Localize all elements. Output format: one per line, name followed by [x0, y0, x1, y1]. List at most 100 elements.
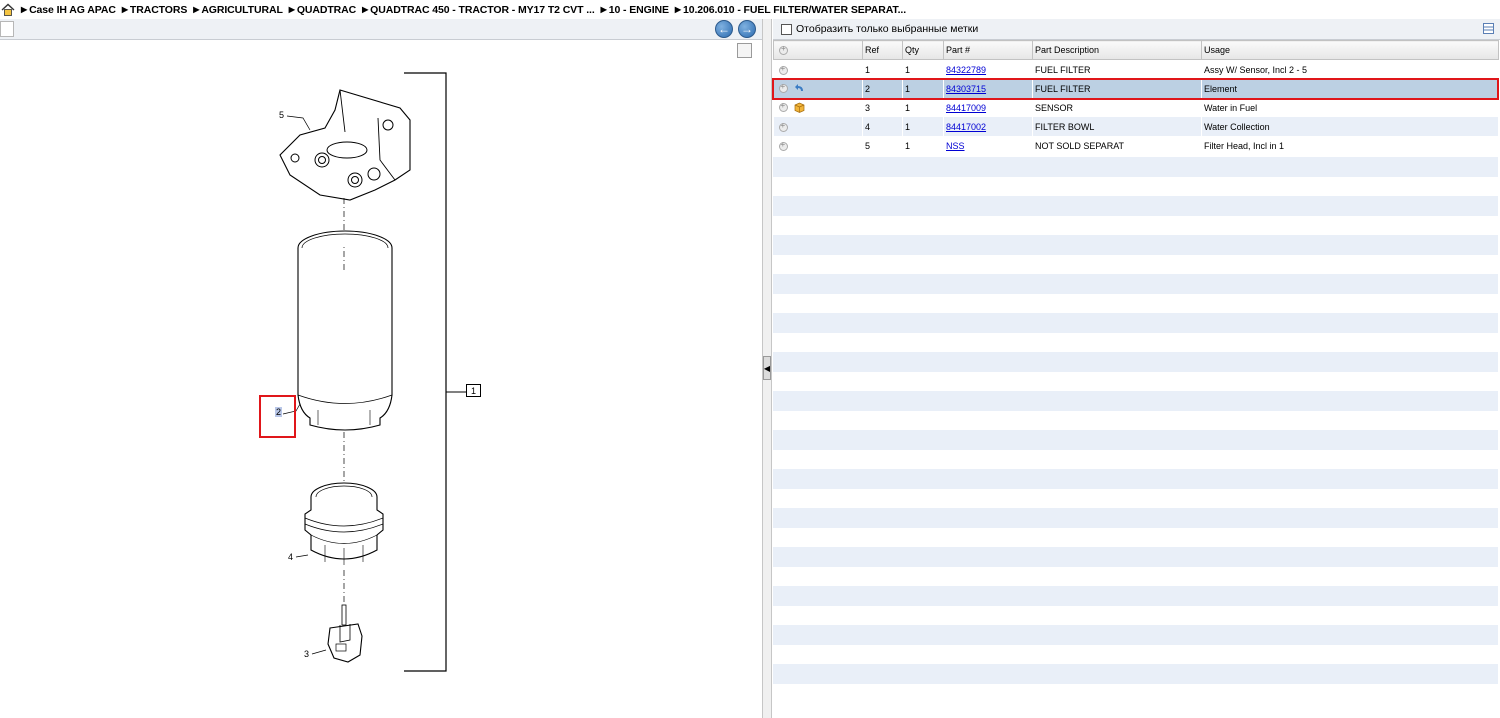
table-header-row: Ref Qty Part # Part Description Usage: [773, 40, 1499, 60]
empty-table-row: [773, 391, 1498, 411]
arrow-right-icon: ▶: [288, 5, 295, 14]
empty-table-row: [773, 410, 1498, 430]
empty-table-row: [773, 215, 1498, 235]
exploded-parts-diagram: 5 4 3: [279, 72, 466, 672]
filter-head-part[interactable]: [279, 89, 411, 201]
empty-table-row: [773, 625, 1498, 645]
arrow-right-icon: ▶: [600, 5, 607, 14]
breadcrumb-label: 10 - ENGINE: [608, 3, 669, 16]
filter-bar: Отобразить только выбранные метки: [773, 19, 1500, 40]
column-header-usage[interactable]: Usage: [1201, 40, 1499, 60]
export-icon[interactable]: [0, 21, 14, 37]
add-to-cart-icon[interactable]: [778, 82, 788, 94]
callout-3[interactable]: 3: [304, 649, 309, 659]
cell-description: FILTER BOWL: [1032, 117, 1202, 136]
part-number-link[interactable]: 84417009: [946, 103, 986, 113]
row-controls: [773, 117, 863, 136]
breadcrumb-item-tractors[interactable]: ▶ TRACTORS: [122, 3, 188, 16]
cell-description: FUEL FILTER: [1032, 79, 1202, 98]
breadcrumb-label: QUADTRAC 450 - TRACTOR - MY17 T2 CVT ...: [370, 3, 595, 16]
table-row-selected[interactable]: 2 1 84303715 FUEL FILTER Element: [773, 79, 1499, 98]
cell-part: 84417009: [943, 98, 1033, 117]
previous-arrow-icon[interactable]: ←: [715, 20, 733, 38]
package-icon[interactable]: [794, 102, 805, 113]
empty-table-row: [773, 430, 1498, 450]
column-header-ref[interactable]: Ref: [862, 40, 903, 60]
filter-bowl-part[interactable]: [304, 482, 384, 565]
table-row[interactable]: 4 1 84417002 FILTER BOWL Water Collectio…: [773, 117, 1499, 136]
parts-table: Ref Qty Part # Part Description Usage 1 …: [773, 40, 1499, 155]
cell-part: 84322789: [943, 59, 1033, 79]
column-header-qty[interactable]: Qty: [902, 40, 944, 60]
cell-description: SENSOR: [1032, 98, 1202, 117]
empty-table-row: [773, 449, 1498, 469]
row-controls: [773, 136, 863, 155]
callout-5[interactable]: 5: [279, 110, 284, 120]
cell-qty: 1: [902, 79, 944, 98]
expand-all-header[interactable]: [773, 40, 863, 60]
cell-part: 84417002: [943, 117, 1033, 136]
cell-usage: Element: [1201, 79, 1499, 98]
breadcrumb-item-agricultural[interactable]: ▶ AGRICULTURAL: [193, 4, 283, 16]
cell-usage: Filter Head, Incl in 1: [1201, 136, 1499, 155]
breadcrumb: ▶ Case IH AG APAC ▶ TRACTORS ▶ AGRICULTURAL…: [0, 0, 1500, 19]
column-header-part[interactable]: Part #: [943, 40, 1033, 60]
return-arrow-icon[interactable]: [794, 83, 805, 94]
column-header-description[interactable]: Part Description: [1032, 40, 1202, 60]
part-number-link[interactable]: 84417002: [946, 122, 986, 132]
table-row[interactable]: 1 1 84322789 FUEL FILTER Assy W/ Sensor,…: [773, 59, 1499, 79]
cell-usage: Water Collection: [1201, 117, 1499, 136]
breadcrumb-label: 10.206.010 - FUEL FILTER/WATER SEPARAT..…: [682, 3, 907, 16]
breadcrumb-item-model[interactable]: ▶ QUADTRAC 450 - TRACTOR - MY17 T2 CVT ..…: [362, 4, 595, 16]
breadcrumb-item-quadtrac[interactable]: ▶ QUADTRAC: [289, 4, 356, 16]
empty-table-row: [773, 644, 1498, 664]
collapse-arrow-icon[interactable]: ◀: [763, 356, 771, 380]
cell-ref: 3: [862, 98, 903, 117]
breadcrumb-item-engine[interactable]: ▶ 10 - ENGINE: [601, 4, 669, 16]
cell-part: 84303715: [943, 79, 1033, 98]
empty-table-row: [773, 488, 1498, 508]
empty-table-row: [773, 196, 1498, 216]
cell-qty: 1: [902, 59, 944, 79]
breadcrumb-label: TRACTORS: [129, 3, 188, 16]
part-number-link[interactable]: 84303715: [946, 84, 986, 94]
cell-description: FUEL FILTER: [1032, 59, 1202, 79]
table-row[interactable]: 5 1 NSS NOT SOLD SEPARAT Filter Head, In…: [773, 136, 1499, 155]
cell-ref: 2: [862, 79, 903, 98]
expand-all-icon[interactable]: [779, 44, 788, 56]
empty-table-row: [773, 293, 1498, 313]
empty-table-row: [773, 274, 1498, 294]
arrow-right-icon: ▶: [674, 5, 681, 14]
table-row[interactable]: 3 1 84417009 SENSOR Water in Fuel: [773, 98, 1499, 117]
breadcrumb-item-section[interactable]: ▶ 10.206.010 - FUEL FILTER/WATER SEPARAT.…: [675, 4, 906, 16]
list-view-icon[interactable]: [1483, 23, 1494, 34]
callout-1[interactable]: 1: [466, 384, 481, 397]
breadcrumb-item-brand[interactable]: ▶ Case IH AG APAC: [21, 4, 116, 16]
next-arrow-icon[interactable]: →: [738, 20, 756, 38]
row-controls: [773, 98, 863, 117]
callout-4[interactable]: 4: [288, 552, 293, 562]
add-to-cart-icon[interactable]: [778, 140, 788, 151]
filter-element-part[interactable]: [297, 230, 393, 431]
callout-2[interactable]: 2: [275, 407, 283, 417]
empty-table-row: [773, 664, 1498, 684]
empty-table-row: [773, 527, 1498, 547]
empty-table-area: [773, 157, 1498, 718]
part-number-link[interactable]: 84322789: [946, 65, 986, 75]
sensor-part[interactable]: [327, 604, 363, 663]
show-selected-only-checkbox[interactable]: [781, 23, 792, 35]
empty-table-row: [773, 508, 1498, 528]
add-to-cart-icon[interactable]: [778, 121, 788, 132]
part-number-link[interactable]: NSS: [946, 141, 965, 151]
home-icon[interactable]: [1, 3, 15, 17]
add-to-cart-icon[interactable]: [778, 64, 788, 75]
arrow-right-icon: ▶: [21, 5, 28, 14]
empty-table-row: [773, 683, 1498, 703]
diagram-toolbar: [0, 19, 762, 40]
empty-table-row: [773, 371, 1498, 391]
add-to-cart-icon[interactable]: [778, 101, 788, 113]
arrow-right-icon: ▶: [193, 5, 200, 14]
empty-table-row: [773, 352, 1498, 372]
empty-table-row: [773, 586, 1498, 606]
cell-part: NSS: [943, 136, 1033, 155]
